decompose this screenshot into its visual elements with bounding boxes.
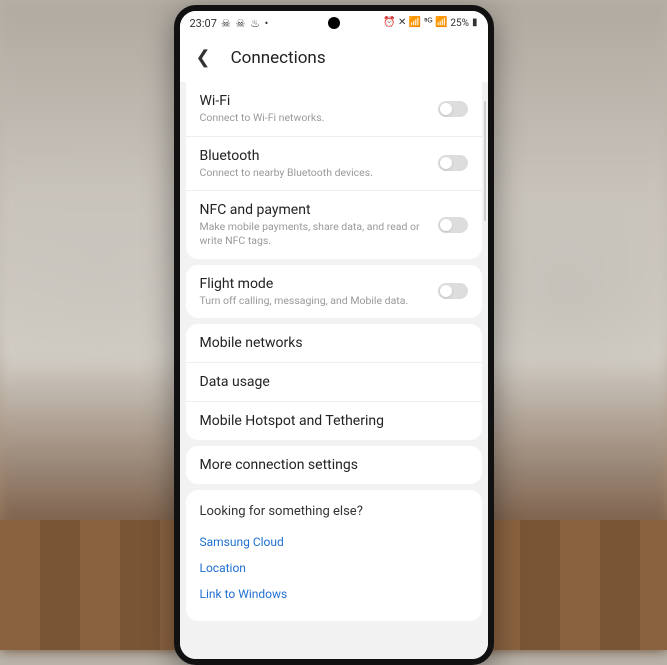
flight-toggle[interactable]	[438, 283, 468, 299]
row-title: Wi-Fi	[200, 93, 438, 109]
row-hotspot[interactable]: Mobile Hotspot and Tethering	[186, 402, 482, 440]
section-footer: Looking for something else? Samsung Clou…	[186, 490, 482, 621]
section-more: More connection settings	[186, 446, 482, 484]
row-sub: Connect to Wi-Fi networks.	[200, 111, 438, 125]
scrollbar[interactable]	[484, 101, 486, 221]
battery-icon: ▮	[472, 18, 478, 28]
row-title: Mobile Hotspot and Tethering	[200, 413, 468, 429]
nfc-toggle[interactable]	[438, 217, 468, 233]
row-more-settings[interactable]: More connection settings	[186, 446, 482, 484]
status-right-icons: ⏰ ✕ 📶 ⁵ᴳ 📶	[383, 18, 447, 28]
row-title: Mobile networks	[200, 335, 468, 351]
status-left-icons: ☠ ☠ ♨ •	[221, 17, 269, 30]
bluetooth-toggle[interactable]	[438, 155, 468, 171]
row-sub: Make mobile payments, share data, and re…	[200, 220, 438, 247]
camera-cutout	[328, 17, 340, 29]
link-link-to-windows[interactable]: Link to Windows	[200, 581, 468, 607]
page-title: Connections	[231, 48, 326, 68]
row-bluetooth[interactable]: Bluetooth Connect to nearby Bluetooth de…	[186, 137, 482, 192]
row-title: Bluetooth	[200, 148, 438, 164]
phone-frame: 23:07 ☠ ☠ ♨ • ⏰ ✕ 📶 ⁵ᴳ 📶 25% ▮ ❮ Connect…	[174, 5, 494, 665]
footer-title: Looking for something else?	[200, 504, 468, 519]
row-mobile-networks[interactable]: Mobile networks	[186, 324, 482, 363]
settings-content[interactable]: Wi-Fi Connect to Wi-Fi networks. Bluetoo…	[180, 82, 488, 659]
row-title: NFC and payment	[200, 202, 438, 218]
row-wifi[interactable]: Wi-Fi Connect to Wi-Fi networks.	[186, 82, 482, 137]
section-wireless: Wi-Fi Connect to Wi-Fi networks. Bluetoo…	[186, 82, 482, 259]
row-sub: Connect to nearby Bluetooth devices.	[200, 166, 438, 180]
row-flight-mode[interactable]: Flight mode Turn off calling, messaging,…	[186, 265, 482, 319]
back-icon[interactable]: ❮	[192, 45, 215, 70]
link-location[interactable]: Location	[200, 555, 468, 581]
battery-percent: 25%	[450, 18, 469, 29]
row-data-usage[interactable]: Data usage	[186, 363, 482, 402]
section-flight: Flight mode Turn off calling, messaging,…	[186, 265, 482, 319]
row-title: Flight mode	[200, 276, 438, 292]
row-title: Data usage	[200, 374, 468, 390]
status-time: 23:07	[190, 17, 217, 30]
section-mobile: Mobile networks Data usage Mobile Hotspo…	[186, 324, 482, 440]
link-samsung-cloud[interactable]: Samsung Cloud	[200, 529, 468, 555]
row-title: More connection settings	[200, 457, 468, 473]
row-sub: Turn off calling, messaging, and Mobile …	[200, 294, 438, 308]
row-nfc[interactable]: NFC and payment Make mobile payments, sh…	[186, 191, 482, 258]
header: ❮ Connections	[180, 35, 488, 82]
wifi-toggle[interactable]	[438, 101, 468, 117]
